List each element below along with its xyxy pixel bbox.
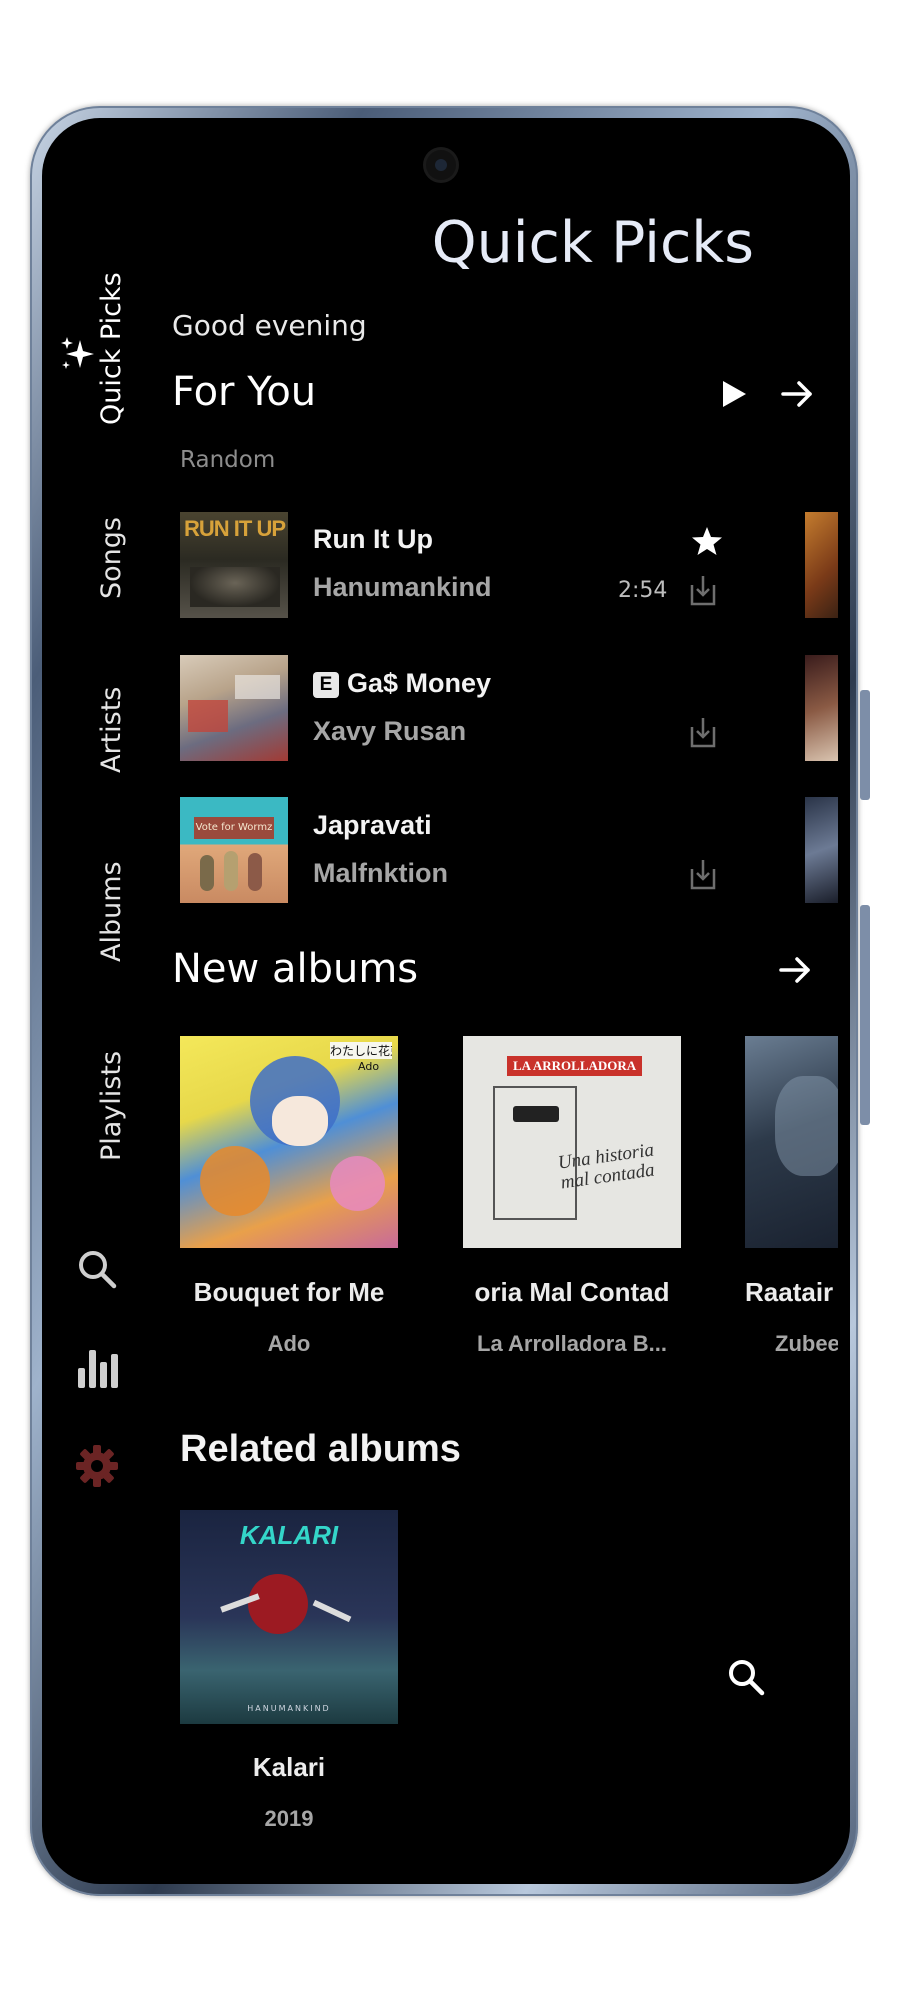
song-artist: Xavy Rusan xyxy=(313,716,467,746)
album-artist: Ado xyxy=(267,1331,311,1356)
art-text-vote: Vote for Wormz xyxy=(194,817,274,839)
album-title[interactable]: Kalari xyxy=(180,1752,398,1783)
nav-label-albums: Albums xyxy=(96,861,127,962)
album-art-raatair[interactable] xyxy=(745,1036,838,1248)
song-title-text: Ga$ Money xyxy=(347,668,492,698)
star-icon[interactable] xyxy=(691,526,723,556)
download-icon[interactable] xyxy=(688,573,718,607)
album-art-bouquet[interactable]: わたしに花束 Ado xyxy=(180,1036,398,1248)
volume-button xyxy=(860,690,870,800)
new-albums-title: New albums xyxy=(172,946,419,992)
nav-label-quick-picks: Quick Picks xyxy=(96,272,127,425)
song-artist: Hanumankind xyxy=(313,572,492,602)
nav-label-songs: Songs xyxy=(96,517,127,599)
album-year: 2019 xyxy=(264,1806,314,1831)
art-text-ado: Ado xyxy=(358,1060,380,1073)
search-fab-icon[interactable] xyxy=(725,1656,767,1698)
play-icon[interactable] xyxy=(720,379,748,409)
song-artist: Malfnktion xyxy=(313,858,448,888)
art-text-kalari: KALARI xyxy=(239,1520,339,1550)
art-text-ado-jp: わたしに花束 xyxy=(330,1042,392,1059)
for-you-title: For You xyxy=(172,369,317,415)
album-title[interactable]: Raatair xyxy=(745,1277,838,1308)
song-title[interactable]: E Ga$ Money xyxy=(313,668,491,699)
album-art-kalari[interactable]: KALARI HANUMANKIND xyxy=(180,1510,398,1724)
download-icon[interactable] xyxy=(688,715,718,749)
nav-label-playlists: Playlists xyxy=(96,1050,127,1161)
song-art-run-it-up[interactable]: RUN IT UP xyxy=(180,512,288,618)
arrow-right-icon[interactable] xyxy=(780,379,814,409)
related-albums-title: Related albums xyxy=(180,1428,461,1470)
download-icon[interactable] xyxy=(688,857,718,891)
album-artist: La Arrolladora B... xyxy=(477,1331,667,1356)
album-title[interactable]: Bouquet for Me xyxy=(180,1277,398,1308)
arrow-right-icon[interactable] xyxy=(778,955,812,985)
album-art-una-historia[interactable]: LA ARROLLADORA Una historia mal contada xyxy=(463,1036,681,1248)
next-page-art xyxy=(805,512,838,618)
art-text-hanumankind: HANUMANKIND xyxy=(247,1704,331,1713)
sparkles-icon[interactable] xyxy=(58,334,98,374)
for-you-subtitle: Random xyxy=(180,447,276,473)
art-text-run-it-up: RUN IT UP xyxy=(184,516,286,541)
front-camera xyxy=(426,150,456,180)
bar-chart-icon[interactable] xyxy=(76,1344,118,1388)
song-art-ga-money[interactable] xyxy=(180,655,288,761)
album-artist: Zubee xyxy=(775,1331,838,1356)
nav-label-artists: Artists xyxy=(96,686,127,773)
next-page-art xyxy=(805,655,838,761)
song-title[interactable]: Run It Up xyxy=(313,524,433,555)
explicit-badge: E xyxy=(313,671,339,698)
song-title[interactable]: Japravati xyxy=(313,810,432,841)
next-page-art xyxy=(805,797,838,903)
power-button xyxy=(860,905,870,1125)
page-title: Quick Picks xyxy=(431,210,754,276)
art-text-arrolladora: LA ARROLLADORA xyxy=(507,1056,643,1076)
album-title[interactable]: oria Mal Contad xyxy=(463,1277,681,1308)
greeting-text: Good evening xyxy=(172,309,367,342)
song-art-japravati[interactable]: Vote for Wormz xyxy=(180,797,288,903)
search-icon[interactable] xyxy=(75,1247,119,1291)
song-duration: 2:54 xyxy=(618,578,668,603)
gear-icon[interactable] xyxy=(74,1443,120,1489)
